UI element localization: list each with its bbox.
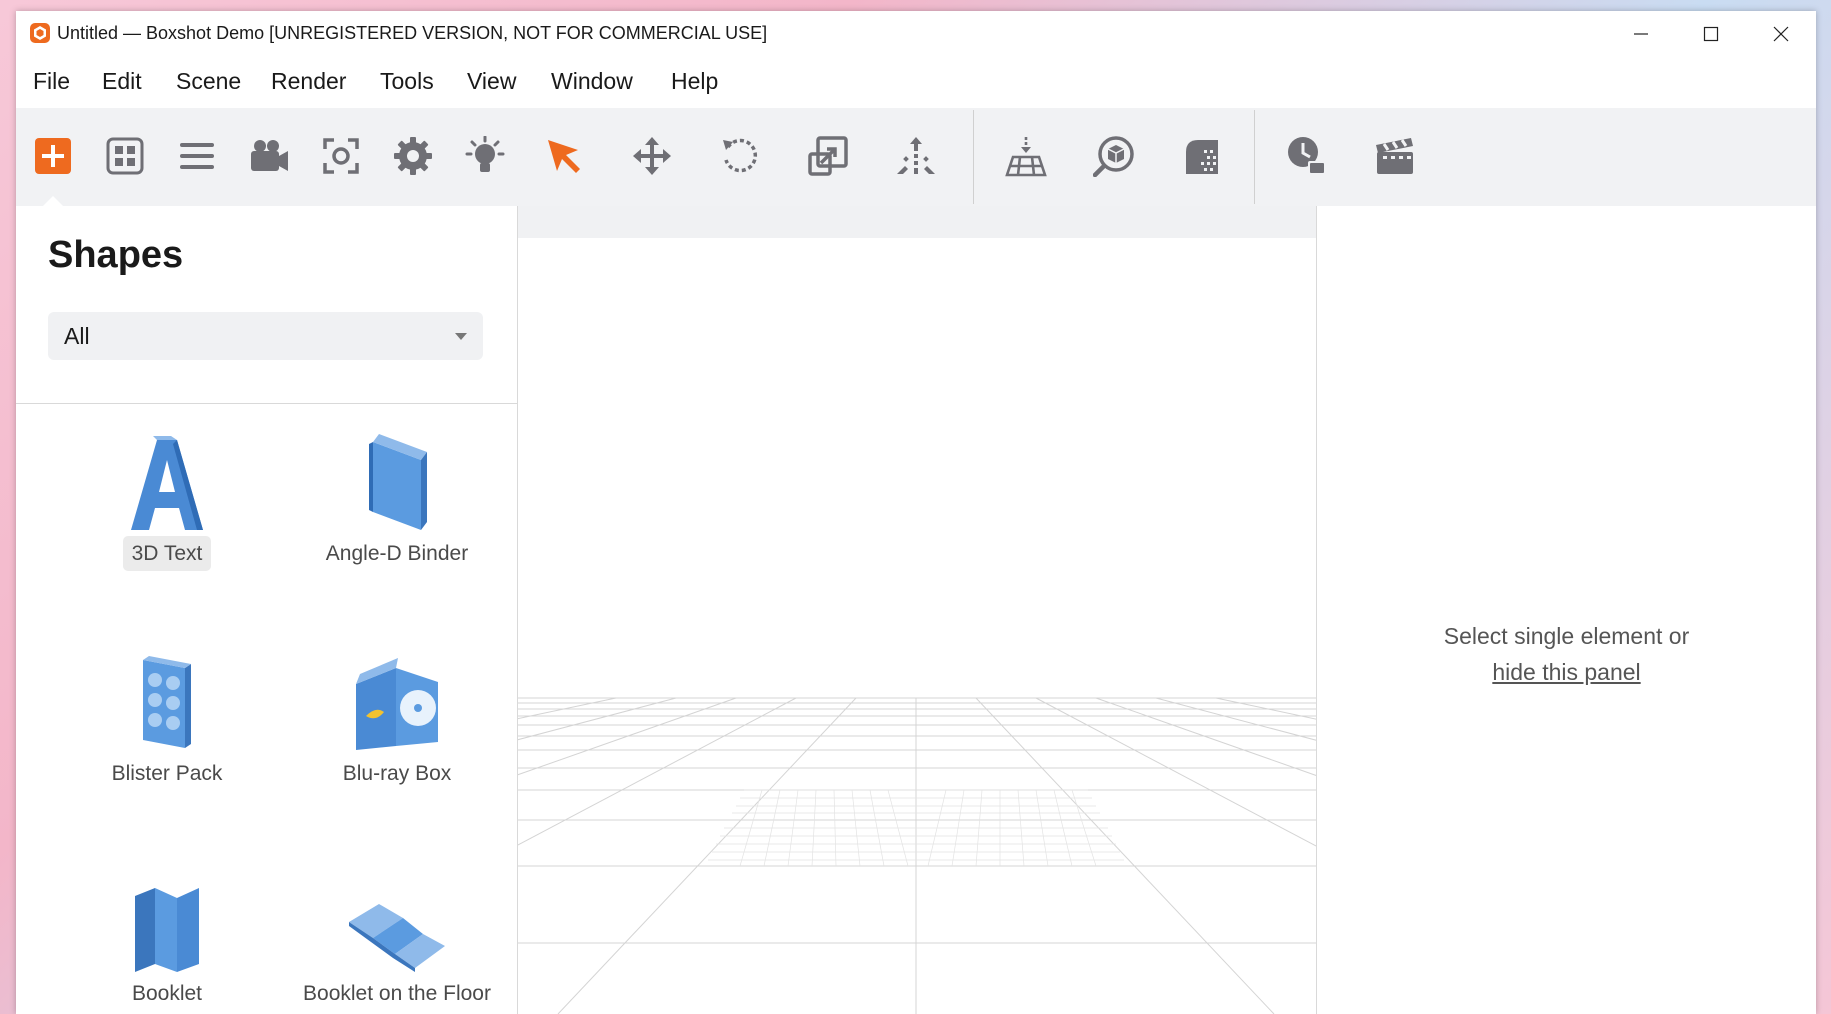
render-tool[interactable] bbox=[1284, 133, 1330, 179]
shape-label: Booklet on the Floor bbox=[303, 982, 491, 1005]
ground-grid bbox=[518, 697, 1316, 1014]
animation-tool[interactable] bbox=[1372, 133, 1418, 179]
menu-edit[interactable]: Edit bbox=[102, 68, 142, 95]
maximize-button[interactable] bbox=[1676, 11, 1746, 56]
properties-message: Select single element or bbox=[1443, 623, 1690, 649]
blister-pack-icon bbox=[117, 642, 217, 752]
menu-tools[interactable]: Tools bbox=[380, 68, 434, 95]
materials-tool[interactable] bbox=[1179, 133, 1225, 179]
menu-scene[interactable]: Scene bbox=[176, 68, 241, 95]
panel-title: Shapes bbox=[48, 234, 184, 276]
3d-viewport[interactable] bbox=[518, 206, 1317, 1014]
chevron-down-icon bbox=[455, 333, 467, 340]
shape-3d-text[interactable]: 3D Text bbox=[52, 422, 282, 622]
scale-icon bbox=[808, 136, 848, 176]
move-tool[interactable] bbox=[629, 133, 675, 179]
minimize-button[interactable] bbox=[1606, 11, 1676, 56]
blu-ray-box-icon bbox=[347, 642, 447, 752]
shape-booklet-on-the-floor[interactable]: Booklet on the Floor bbox=[282, 862, 512, 1014]
select-tool[interactable] bbox=[541, 133, 587, 179]
minimize-icon bbox=[1634, 32, 1648, 35]
camera-icon bbox=[251, 140, 288, 171]
toolbar bbox=[16, 108, 1816, 207]
layout-grid-icon bbox=[106, 137, 144, 175]
select-arrow-icon bbox=[548, 140, 580, 173]
maximize-icon bbox=[1703, 26, 1719, 41]
settings-gear-icon bbox=[394, 137, 432, 175]
frame-tool[interactable] bbox=[318, 133, 364, 179]
booklet-icon bbox=[117, 862, 217, 972]
shape-blister-pack[interactable]: Blister Pack bbox=[52, 642, 282, 842]
panel-divider bbox=[16, 403, 517, 404]
scene-list-tool[interactable] bbox=[174, 133, 220, 179]
boxshot-app-icon bbox=[30, 23, 50, 43]
animation-clapper-icon bbox=[1376, 138, 1413, 174]
shape-label: Booklet bbox=[131, 982, 203, 1005]
shape-blu-ray-box[interactable]: Blu-ray Box bbox=[282, 642, 512, 842]
3d-text-icon bbox=[117, 422, 217, 532]
menu-render[interactable]: Render bbox=[271, 68, 346, 95]
scale-tool[interactable] bbox=[805, 133, 851, 179]
booklet-floor-icon bbox=[347, 862, 447, 972]
binder-icon bbox=[347, 422, 447, 532]
lighting-tool[interactable] bbox=[462, 133, 508, 179]
menu-window[interactable]: Window bbox=[551, 68, 633, 95]
shape-booklet[interactable]: Booklet bbox=[52, 862, 282, 1014]
shape-filter-value: All bbox=[64, 323, 90, 349]
title-bar[interactable]: Untitled — Boxshot Demo [UNREGISTERED VE… bbox=[16, 11, 1816, 56]
screenshot-focus-icon bbox=[323, 138, 359, 174]
ground-tool[interactable] bbox=[1003, 133, 1049, 179]
drop-to-floor-tool[interactable] bbox=[893, 133, 939, 179]
toolbar-separator bbox=[1254, 110, 1255, 204]
add-shape-tool[interactable] bbox=[30, 133, 76, 179]
material-icon bbox=[1186, 140, 1218, 174]
shape-label: 3D Text bbox=[122, 536, 212, 571]
shape-label: Angle-D Binder bbox=[325, 542, 469, 565]
menu-view[interactable]: View bbox=[467, 68, 516, 95]
drop-to-floor-icon bbox=[897, 137, 935, 174]
hide-panel-link[interactable]: hide this panel bbox=[1492, 659, 1640, 685]
shape-angle-d-binder[interactable]: Angle-D Binder bbox=[282, 422, 512, 622]
render-time-icon bbox=[1288, 137, 1326, 175]
settings-tool[interactable] bbox=[390, 133, 436, 179]
active-tool-pointer bbox=[43, 196, 63, 206]
ground-grid-icon bbox=[1005, 137, 1047, 177]
add-icon bbox=[35, 138, 71, 174]
shapes-panel: Shapes All 3D Text Angle-D Binder Bliste… bbox=[16, 206, 518, 1014]
camera-tool[interactable] bbox=[246, 133, 292, 179]
shape-filter-dropdown[interactable]: All bbox=[48, 312, 483, 360]
layout-tool[interactable] bbox=[102, 133, 148, 179]
rotate-tool[interactable] bbox=[717, 133, 763, 179]
shape-label: Blister Pack bbox=[111, 762, 223, 785]
menu-bar: File Edit Scene Render Tools View Window… bbox=[16, 56, 1816, 108]
rotate-icon bbox=[723, 138, 758, 173]
move-icon bbox=[633, 137, 671, 175]
list-icon bbox=[180, 143, 214, 169]
app-window: Untitled — Boxshot Demo [UNREGISTERED VE… bbox=[16, 11, 1816, 1014]
properties-panel: Select single element or hide this panel bbox=[1317, 206, 1816, 1014]
close-button[interactable] bbox=[1746, 11, 1816, 56]
toolbar-separator bbox=[973, 110, 974, 204]
zoom-object-icon bbox=[1093, 136, 1134, 177]
window-title: Untitled — Boxshot Demo [UNREGISTERED VE… bbox=[57, 23, 768, 43]
menu-file[interactable]: File bbox=[33, 68, 70, 95]
light-bulb-icon bbox=[465, 136, 505, 172]
menu-help[interactable]: Help bbox=[671, 68, 718, 95]
shape-label: Blu-ray Box bbox=[342, 762, 452, 785]
close-icon bbox=[1773, 26, 1789, 41]
zoom-object-tool[interactable] bbox=[1091, 133, 1137, 179]
